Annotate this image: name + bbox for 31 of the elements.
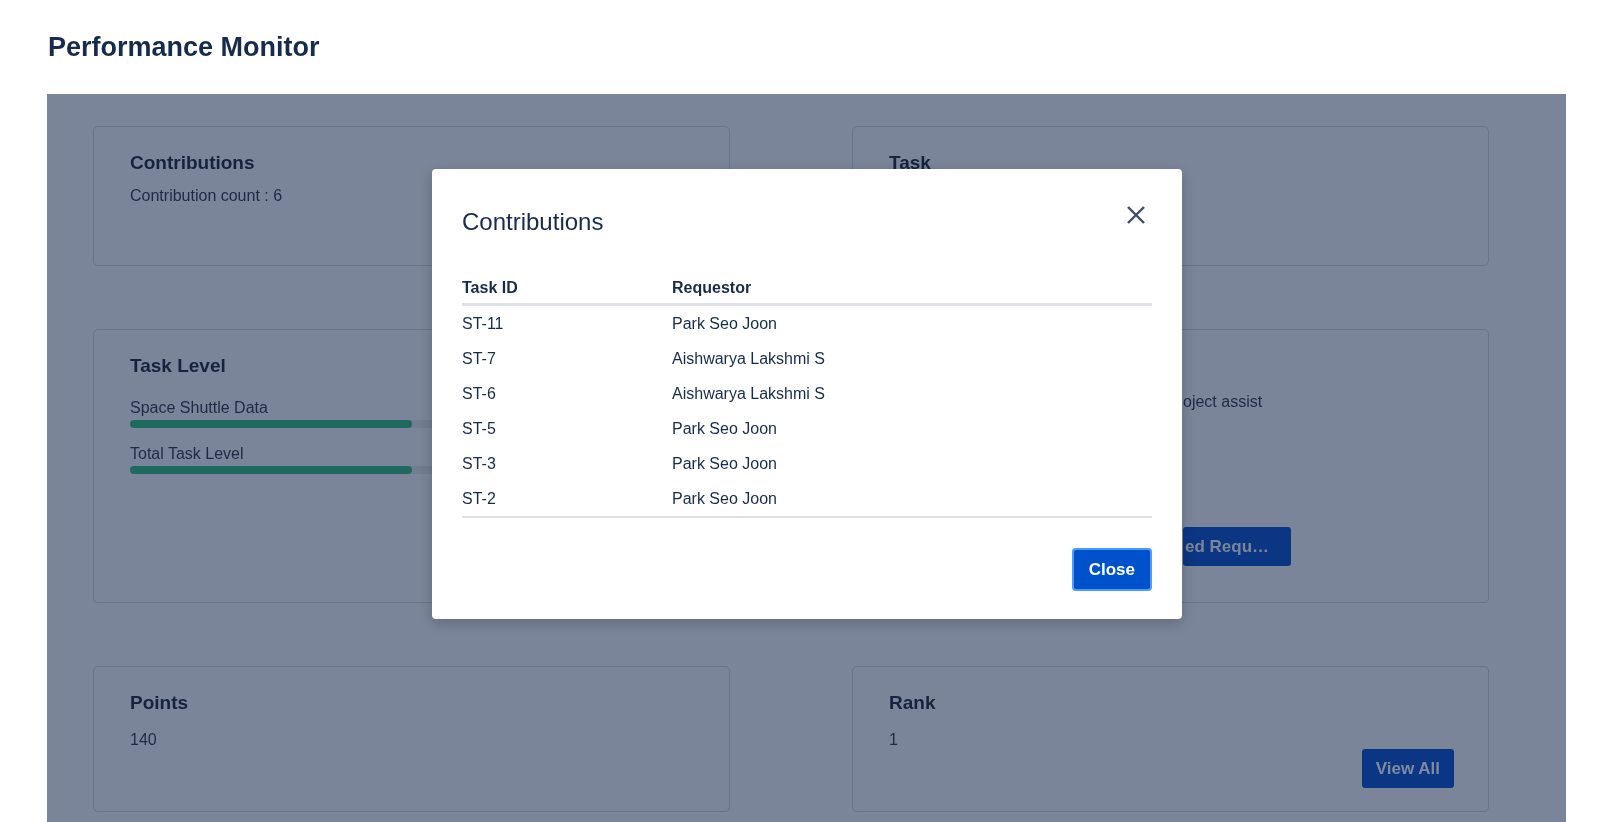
bar-label: Total Task Level — [130, 444, 244, 464]
table-cell: Park Seo Joon — [672, 481, 1152, 517]
table-cell-text: Park Seo Joon — [672, 453, 778, 474]
table-cell: ST-6 — [462, 376, 672, 411]
view-all-button[interactable]: View All — [1361, 749, 1454, 788]
card-title: Rank — [889, 691, 936, 715]
table-cell: ST-11 — [462, 304, 672, 341]
table-cell: Park Seo Joon — [672, 304, 1152, 341]
close-button[interactable]: Close — [1071, 548, 1152, 591]
close-icon[interactable] — [1126, 205, 1146, 225]
modal-title: Contributions — [462, 207, 604, 237]
column-header: Requestor — [672, 279, 1152, 305]
table-cell-text: Park Seo Joon — [672, 418, 778, 439]
table-cell-text: ST-3 — [462, 453, 497, 474]
table-cell-text: ST-5 — [462, 418, 497, 439]
table-cell: ST-2 — [462, 481, 672, 517]
card-title: Contributions — [130, 151, 255, 175]
card-value: 140 — [130, 731, 157, 749]
request-button[interactable]: ed Requ… — [1183, 527, 1292, 566]
card-title: Points — [130, 691, 189, 715]
page-title: Performance Monitor — [47, 31, 321, 64]
table-cell: ST-7 — [462, 341, 672, 376]
card-title: Task — [889, 151, 931, 175]
column-header: Task ID — [462, 279, 672, 305]
card-title: Task Level — [130, 354, 226, 378]
table-cell-text: Aishwarya Lakshmi S — [672, 383, 826, 404]
table-cell-text: Aishwarya Lakshmi S — [672, 348, 826, 369]
bar-label: Space Shuttle Data — [130, 398, 268, 418]
card-text: oject assist — [1183, 392, 1263, 412]
card-value: 1 — [889, 731, 898, 749]
card-value: Contribution count : 6 — [130, 187, 283, 205]
